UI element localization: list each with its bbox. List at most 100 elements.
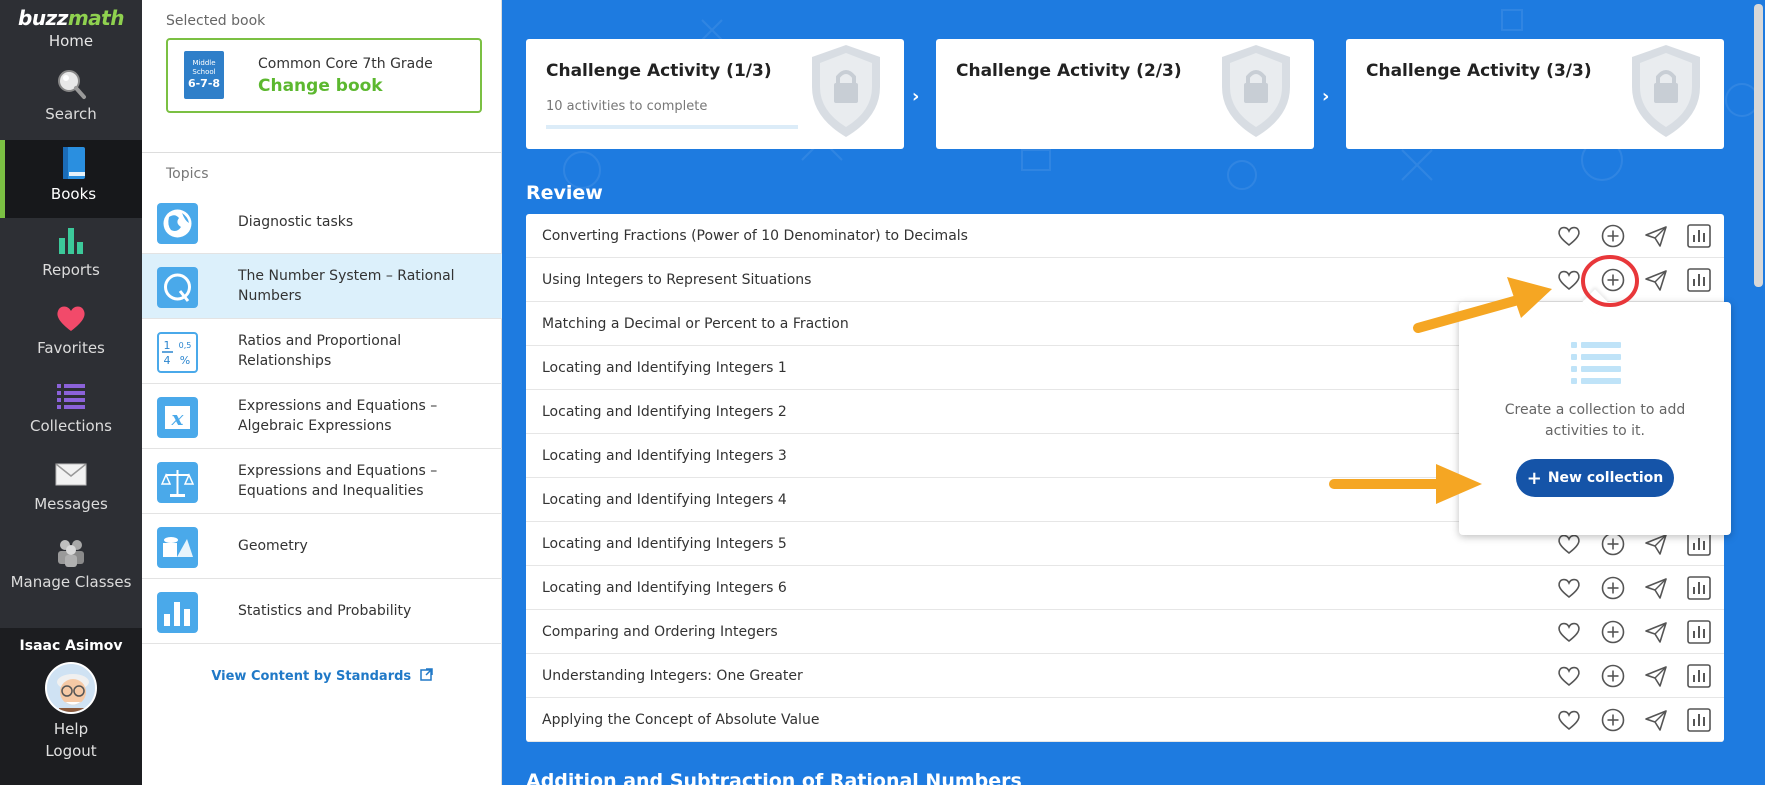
nav-item-manage-classes[interactable]: Manage Classes bbox=[0, 530, 142, 608]
plus-icon: + bbox=[1526, 467, 1542, 489]
challenge-progress-bar bbox=[546, 125, 798, 129]
logout-link[interactable]: Logout bbox=[0, 742, 142, 760]
book-title: Common Core 7th Grade bbox=[258, 56, 433, 72]
activity-row[interactable]: Using Integers to Represent Situations bbox=[526, 258, 1724, 302]
challenge-activity-1[interactable]: Challenge Activity (1/3) 10 activities t… bbox=[526, 39, 904, 149]
topic-statistics[interactable]: Statistics and Probability bbox=[142, 579, 502, 644]
report-icon[interactable] bbox=[1686, 707, 1712, 733]
bar-chart-icon bbox=[157, 592, 198, 633]
send-icon[interactable] bbox=[1643, 663, 1669, 689]
selected-book-card[interactable]: Middle School 6-7-8 Common Core 7th Grade… bbox=[166, 38, 482, 113]
nav-label: Messages bbox=[34, 495, 108, 513]
activity-title: Locating and Identifying Integers 4 bbox=[542, 492, 787, 508]
list-icon bbox=[57, 384, 85, 409]
change-book-link[interactable]: Change book bbox=[258, 76, 383, 96]
svg-text:%: % bbox=[180, 354, 190, 367]
logo: buzzmath bbox=[18, 6, 124, 30]
send-icon[interactable] bbox=[1643, 619, 1669, 645]
send-icon[interactable] bbox=[1643, 575, 1669, 601]
topics-label: Topics bbox=[166, 166, 209, 182]
plus-circle-icon[interactable] bbox=[1600, 619, 1626, 645]
activity-title: Understanding Integers: One Greater bbox=[542, 668, 803, 684]
activity-title: Matching a Decimal or Percent to a Fract… bbox=[542, 316, 849, 332]
report-icon[interactable] bbox=[1686, 619, 1712, 645]
send-icon[interactable] bbox=[1643, 223, 1669, 249]
challenge-activity-2[interactable]: Challenge Activity (2/3) bbox=[936, 39, 1314, 149]
activity-title: Locating and Identifying Integers 5 bbox=[542, 536, 787, 552]
row-actions bbox=[1544, 698, 1724, 742]
heart-icon[interactable] bbox=[1556, 575, 1582, 601]
selected-book-label: Selected book bbox=[166, 13, 266, 29]
lock-shield-icon bbox=[812, 45, 880, 137]
plus-circle-icon[interactable] bbox=[1600, 575, 1626, 601]
bar-chart-icon bbox=[59, 228, 83, 254]
avatar-image bbox=[47, 664, 95, 712]
nav-item-reports[interactable]: Reports bbox=[0, 218, 142, 296]
report-icon[interactable] bbox=[1686, 663, 1712, 689]
topic-equations-inequalities[interactable]: Expressions and Equations – Equations an… bbox=[142, 449, 502, 514]
topic-label: Ratios and Proportional Relationships bbox=[238, 333, 402, 369]
users-icon bbox=[58, 540, 84, 567]
challenge-title: Challenge Activity (3/3) bbox=[1366, 61, 1592, 81]
challenge-title: Challenge Activity (1/3) bbox=[546, 61, 772, 81]
nav-item-messages[interactable]: Messages bbox=[0, 452, 142, 530]
svg-text:4: 4 bbox=[164, 354, 171, 367]
activity-title: Using Integers to Represent Situations bbox=[542, 272, 812, 288]
send-icon[interactable] bbox=[1643, 707, 1669, 733]
activity-row[interactable]: Applying the Concept of Absolute Value bbox=[526, 698, 1724, 742]
heart-icon[interactable] bbox=[1556, 619, 1582, 645]
new-collection-button[interactable]: + New collection bbox=[1516, 459, 1674, 497]
nav-label: Favorites bbox=[37, 339, 105, 357]
plus-circle-icon[interactable] bbox=[1600, 663, 1626, 689]
plus-circle-icon[interactable] bbox=[1600, 223, 1626, 249]
help-link[interactable]: Help bbox=[0, 720, 142, 738]
balance-scale-icon bbox=[157, 462, 198, 503]
activity-row[interactable]: Converting Fractions (Power of 10 Denomi… bbox=[526, 214, 1724, 258]
topic-number-system[interactable]: The Number System – Rational Numbers bbox=[142, 254, 502, 319]
heart-icon[interactable] bbox=[1556, 707, 1582, 733]
activity-row[interactable]: Comparing and Ordering Integers bbox=[526, 610, 1724, 654]
review-section-title: Review bbox=[526, 182, 603, 204]
scrollbar-thumb[interactable] bbox=[1754, 4, 1763, 287]
topic-label: Statistics and Probability bbox=[238, 603, 412, 619]
nav-item-favorites[interactable]: Favorites bbox=[0, 296, 142, 374]
book-cover: Middle School 6-7-8 bbox=[184, 51, 224, 99]
svg-text:0,5: 0,5 bbox=[179, 341, 192, 350]
nav-item-books[interactable]: Books bbox=[0, 140, 142, 218]
nav-item-collections[interactable]: Collections bbox=[0, 374, 142, 452]
home-label: Home bbox=[48, 32, 94, 50]
activity-title: Converting Fractions (Power of 10 Denomi… bbox=[542, 228, 968, 244]
view-standards-link[interactable]: View Content by Standards bbox=[142, 668, 502, 684]
heart-icon[interactable] bbox=[1556, 663, 1582, 689]
logo-home-link[interactable]: buzzmath Home bbox=[0, 6, 142, 50]
activity-row[interactable]: Locating and Identifying Integers 6 bbox=[526, 566, 1724, 610]
topic-algebraic-expressions[interactable]: x Expressions and Equations – Algebraic … bbox=[142, 384, 502, 449]
lock-shield-icon bbox=[1632, 45, 1700, 137]
plus-circle-icon[interactable] bbox=[1600, 707, 1626, 733]
plus-circle-icon[interactable] bbox=[1600, 267, 1626, 293]
activity-row[interactable]: Understanding Integers: One Greater bbox=[526, 654, 1724, 698]
nav-item-search[interactable]: Search bbox=[0, 62, 142, 140]
list-icon bbox=[1571, 342, 1621, 384]
add-to-collection-popup: Create a collection to add activities to… bbox=[1459, 289, 1731, 535]
send-icon[interactable] bbox=[1643, 267, 1669, 293]
avatar[interactable] bbox=[45, 662, 97, 714]
x-variable-icon: x bbox=[157, 397, 198, 438]
topic-geometry[interactable]: Geometry bbox=[142, 514, 502, 579]
topic-ratios[interactable]: 1 4 0,5 % Ratios and Proportional Relati… bbox=[142, 319, 502, 384]
challenge-activity-3[interactable]: Challenge Activity (3/3) bbox=[1346, 39, 1724, 149]
report-icon[interactable] bbox=[1686, 223, 1712, 249]
search-icon bbox=[58, 70, 86, 99]
row-actions bbox=[1544, 610, 1724, 654]
topic-diagnostic-tasks[interactable]: Diagnostic tasks bbox=[142, 190, 502, 254]
report-icon[interactable] bbox=[1686, 575, 1712, 601]
globe-icon bbox=[157, 203, 198, 244]
nav-label: Manage Classes bbox=[10, 573, 132, 591]
row-actions bbox=[1544, 654, 1724, 698]
heart-icon[interactable] bbox=[1556, 267, 1582, 293]
main-nav: buzzmath Home Search Books Reports Favor… bbox=[0, 0, 142, 785]
heart-icon[interactable] bbox=[1556, 223, 1582, 249]
user-panel: Isaac Asimov Help Logout bbox=[0, 628, 142, 785]
fraction-icon: 1 4 0,5 % bbox=[157, 332, 198, 373]
report-icon[interactable] bbox=[1686, 267, 1712, 293]
